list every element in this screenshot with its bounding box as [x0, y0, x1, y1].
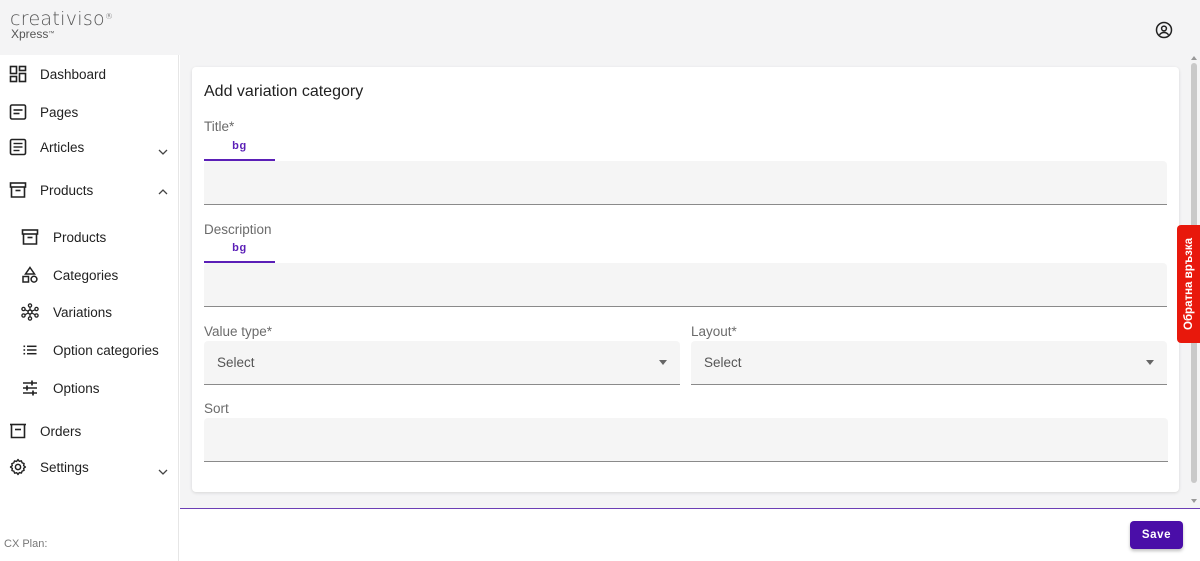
sidebar-item-label: Settings: [40, 459, 89, 475]
title-lang-tab-bg[interactable]: bg: [204, 135, 275, 161]
sidebar-item-label: Option categories: [53, 342, 159, 358]
sidebar-item-label: Pages: [40, 104, 79, 120]
sidebar-subitem-option-categories[interactable]: Option categories: [0, 335, 179, 365]
title-label: Title*: [204, 119, 235, 134]
plan-label: CX Plan:: [4, 538, 48, 550]
description-input[interactable]: [204, 263, 1167, 307]
title-input[interactable]: [204, 161, 1167, 205]
sidebar-subitem-variations[interactable]: Variations: [0, 297, 179, 327]
footer-divider: [180, 508, 1200, 509]
pages-icon: [9, 103, 27, 121]
gear-icon: [9, 458, 27, 476]
sidebar-item-orders[interactable]: Orders: [0, 416, 179, 446]
layout-selected: Select: [704, 355, 742, 370]
chevron-down-icon[interactable]: [157, 145, 169, 157]
feedback-label: Обратна връзка: [1182, 238, 1195, 330]
sidebar-item-label: Articles: [40, 139, 85, 155]
articles-icon: [9, 138, 27, 156]
sidebar-item-label: Variations: [53, 304, 113, 320]
variations-icon: [21, 303, 39, 321]
top-bar: creativiso® Xpress™: [0, 0, 1200, 55]
logo-trademark: ™: [48, 31, 55, 37]
categories-icon: [21, 266, 39, 284]
sidebar-item-label: Products: [40, 182, 94, 198]
account-circle-icon[interactable]: [1155, 21, 1173, 39]
sidebar-item-label: Orders: [40, 423, 82, 439]
sidebar-item-dashboard[interactable]: Dashboard: [0, 59, 179, 89]
sidebar-subitem-products[interactable]: Products: [0, 222, 179, 252]
page-title: Add variation category: [204, 83, 364, 100]
sidebar-item-label: Categories: [53, 267, 119, 283]
sidebar-item-articles[interactable]: Articles: [0, 132, 179, 162]
logo-subtitle: Xpress: [11, 27, 49, 41]
sidebar-item-pages[interactable]: Pages: [0, 97, 179, 127]
sort-input[interactable]: [204, 418, 1168, 462]
value-type-select[interactable]: Select: [204, 341, 680, 385]
sidebar-item-label: Products: [53, 229, 107, 245]
sidebar-subitem-categories[interactable]: Categories: [0, 260, 179, 290]
sidebar-item-settings[interactable]: Settings: [0, 452, 179, 482]
archive-icon: [21, 228, 39, 246]
feedback-tab[interactable]: Обратна връзка: [1177, 225, 1200, 343]
chevron-up-icon[interactable]: [157, 185, 169, 197]
sidebar-item-label: Dashboard: [40, 66, 107, 82]
layout-select[interactable]: Select: [691, 341, 1167, 385]
sort-label: Sort: [204, 401, 229, 416]
list-icon: [21, 341, 39, 359]
archive-icon: [9, 181, 27, 199]
dashboard-icon: [9, 65, 27, 83]
tune-icon: [21, 379, 39, 397]
value-type-selected: Select: [217, 355, 255, 370]
layout-label: Layout*: [691, 324, 737, 339]
dropdown-caret-icon: [659, 360, 667, 365]
chevron-down-icon[interactable]: [157, 465, 169, 477]
logo[interactable]: creativiso® Xpress™: [10, 10, 114, 41]
sidebar-item-label: Options: [53, 380, 100, 396]
description-label: Description: [204, 222, 272, 237]
sidebar-item-products[interactable]: Products: [0, 175, 179, 205]
sidebar-subitem-options[interactable]: Options: [0, 373, 179, 403]
dropdown-caret-icon: [1146, 360, 1154, 365]
value-type-label: Value type*: [204, 324, 273, 339]
orders-icon: [9, 422, 27, 440]
logo-registered: ®: [104, 12, 114, 21]
scroll-up-arrow[interactable]: [1191, 56, 1197, 60]
save-button[interactable]: Save: [1130, 521, 1183, 549]
description-lang-tab-bg[interactable]: bg: [204, 237, 275, 263]
scroll-down-arrow[interactable]: [1191, 499, 1197, 503]
